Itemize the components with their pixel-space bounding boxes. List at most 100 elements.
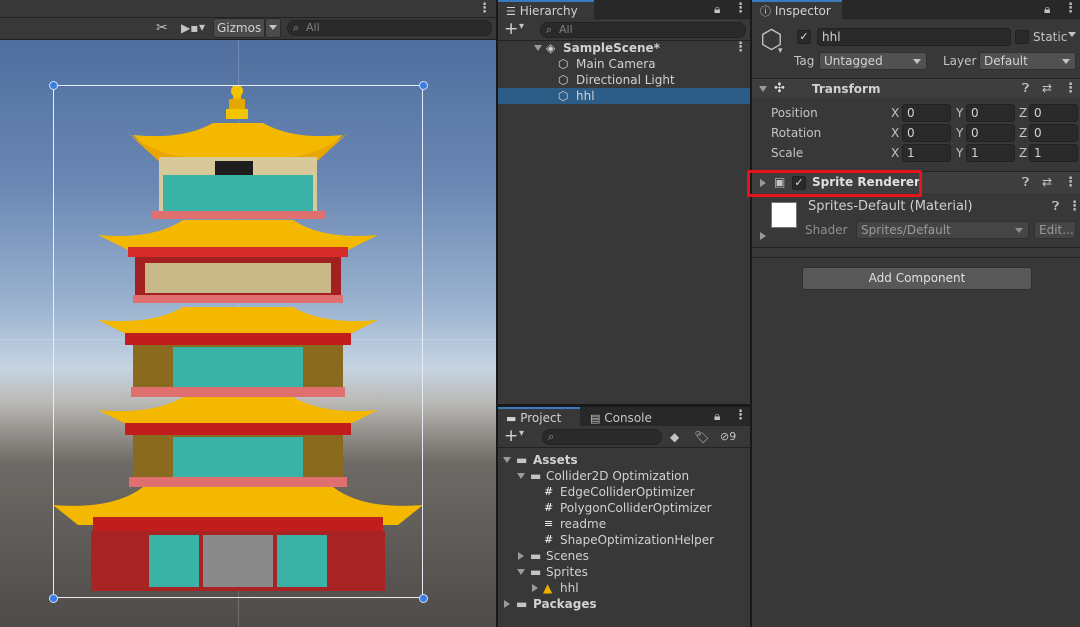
project-file-shapehelper[interactable]: # ShapeOptimizationHelper xyxy=(498,532,750,548)
active-checkbox[interactable]: ✓ xyxy=(797,30,811,44)
hierarchy-list-icon: ☰ xyxy=(506,5,516,18)
x-axis-label: X xyxy=(891,146,900,160)
project-toolbar: + ▾ ⌕ ◆ 🏷︎ ⊘9 xyxy=(498,426,750,448)
expand-arrow-icon[interactable] xyxy=(504,600,510,608)
x-axis-label: X xyxy=(891,106,900,120)
project-file-polygoncollider[interactable]: # PolygonColliderOptimizer xyxy=(498,500,750,516)
scene-toolbar: ✂ ▶▪ ▾ Gizmos ⌕ All xyxy=(0,18,496,40)
static-checkbox[interactable] xyxy=(1015,30,1029,44)
collapse-arrow-icon[interactable] xyxy=(517,569,525,575)
layer-dropdown[interactable]: Default xyxy=(979,52,1076,70)
rotation-z-field[interactable]: 0 xyxy=(1029,124,1078,142)
expand-arrow-icon[interactable] xyxy=(760,232,766,240)
scene-view[interactable]: ⋮ ✂ ▶▪ ▾ Gizmos ⌕ All xyxy=(0,0,496,627)
project-file-readme[interactable]: ≡ readme xyxy=(498,516,750,532)
camera-dropdown-icon[interactable]: ▾ xyxy=(199,20,205,34)
static-label: Static xyxy=(1033,30,1068,44)
position-x-field[interactable]: 0 xyxy=(902,104,951,122)
scale-y-field[interactable]: 1 xyxy=(966,144,1015,162)
rect-handle-bottom-right[interactable] xyxy=(419,594,428,603)
rotation-y-field[interactable]: 0 xyxy=(966,124,1015,142)
collapse-arrow-icon[interactable] xyxy=(517,473,525,479)
camera-icon[interactable]: ▶▪ xyxy=(181,21,198,35)
scale-x-field[interactable]: 1 xyxy=(902,144,951,162)
hierarchy-more-icon[interactable]: ⋮ xyxy=(734,2,747,16)
scale-label: Scale xyxy=(771,146,804,160)
hierarchy-toolbar: + ▾ ⌕ All xyxy=(498,19,750,41)
filter-by-label-icon[interactable]: 🏷︎ xyxy=(694,430,709,444)
collapse-arrow-icon[interactable] xyxy=(534,45,542,51)
rect-handle-top-right[interactable] xyxy=(419,81,428,90)
project-sprite-hhl[interactable]: ▲ hhl xyxy=(498,580,750,596)
position-y-field[interactable]: 0 xyxy=(966,104,1015,122)
object-name-field[interactable]: hhl xyxy=(817,28,1011,46)
scene-search-input[interactable]: ⌕ All xyxy=(287,20,492,36)
project-folder-assets[interactable]: ▬ Assets xyxy=(498,452,750,468)
hierarchy-search-input[interactable]: ⌕ All xyxy=(540,22,746,38)
rotation-x-field[interactable]: 0 xyxy=(902,124,951,142)
lock-icon[interactable]: 🔒︎ xyxy=(714,2,720,16)
lock-icon[interactable]: 🔒︎ xyxy=(714,409,720,423)
add-icon[interactable]: + xyxy=(504,427,518,445)
folder-icon: ▬ xyxy=(516,453,528,467)
tools-icon[interactable]: ✂ xyxy=(156,21,168,35)
sprite-renderer-more-icon[interactable]: ⋮ xyxy=(1064,176,1077,190)
hierarchy-item-main-camera[interactable]: ⬡ Main Camera xyxy=(498,56,750,72)
hierarchy-item-directional-light[interactable]: ⬡ Directional Light xyxy=(498,72,750,88)
position-z-field[interactable]: 0 xyxy=(1029,104,1078,122)
project-folder-packages[interactable]: ▬ Packages xyxy=(498,596,750,612)
help-icon[interactable]: ❓︎ xyxy=(1022,175,1029,190)
add-component-button[interactable]: Add Component xyxy=(802,267,1032,290)
project-search-input[interactable]: ⌕ xyxy=(542,429,662,445)
csharp-script-icon: # xyxy=(544,533,554,546)
shader-edit-button[interactable]: Edit... xyxy=(1034,221,1076,239)
hierarchy-item-hhl[interactable]: ⬡ hhl xyxy=(498,88,750,104)
add-dropdown-icon[interactable]: ▾ xyxy=(519,428,524,439)
rect-handle-top-left[interactable] xyxy=(49,81,58,90)
rect-tool-outline xyxy=(53,85,423,598)
z-axis-label: Z xyxy=(1019,126,1028,140)
tag-dropdown[interactable]: Untagged xyxy=(819,52,927,70)
collapse-arrow-icon[interactable] xyxy=(759,86,767,92)
gizmos-dropdown[interactable] xyxy=(265,18,281,38)
shader-dropdown[interactable]: Sprites/Default xyxy=(856,221,1029,239)
project-file-edgecollider[interactable]: # EdgeColliderOptimizer xyxy=(498,484,750,500)
filter-by-type-icon[interactable]: ◆ xyxy=(670,430,679,444)
tab-inspector[interactable]: ⓘ Inspector xyxy=(752,0,842,19)
preset-icon[interactable]: ⇄ xyxy=(1042,175,1052,189)
gizmos-button[interactable]: Gizmos xyxy=(213,18,265,38)
add-icon[interactable]: + xyxy=(504,20,518,38)
material-preview[interactable] xyxy=(771,202,797,228)
tab-project[interactable]: ▬ Project xyxy=(498,407,580,426)
static-dropdown-icon[interactable] xyxy=(1068,32,1076,37)
scene-more-icon[interactable]: ⋮ xyxy=(734,41,747,55)
help-icon[interactable]: ❓︎ xyxy=(1052,199,1059,214)
project-folder-collider2d[interactable]: ▬ Collider2D Optimization xyxy=(498,468,750,484)
transform-header[interactable]: ✣ Transform ❓︎ ⇄ ⋮ xyxy=(752,78,1080,98)
material-more-icon[interactable]: ⋮ xyxy=(1068,200,1080,214)
inspector-more-icon[interactable]: ⋮ xyxy=(1064,2,1077,16)
lock-icon[interactable]: 🔒︎ xyxy=(1044,2,1050,16)
project-folder-sprites[interactable]: ▬ Sprites xyxy=(498,564,750,580)
tab-hierarchy[interactable]: ☰ Hierarchy xyxy=(498,0,594,19)
scene-more-icon[interactable]: ⋮ xyxy=(478,2,491,16)
transform-more-icon[interactable]: ⋮ xyxy=(1064,82,1077,96)
y-axis-label: Y xyxy=(956,106,964,120)
expand-arrow-icon[interactable] xyxy=(532,584,538,592)
hidden-packages-icon[interactable]: ⊘9 xyxy=(720,430,736,444)
expand-arrow-icon[interactable] xyxy=(518,552,524,560)
add-dropdown-icon[interactable]: ▾ xyxy=(519,21,524,32)
project-more-icon[interactable]: ⋮ xyxy=(734,409,747,423)
collapse-arrow-icon[interactable] xyxy=(503,457,511,463)
preset-icon[interactable]: ⇄ xyxy=(1042,81,1052,95)
sprite-thumbnail-icon: ▲ xyxy=(543,581,553,595)
scale-z-field[interactable]: 1 xyxy=(1029,144,1078,162)
search-icon: ⌕ xyxy=(548,430,555,443)
rect-handle-bottom-left[interactable] xyxy=(49,594,58,603)
help-icon[interactable]: ❓︎ xyxy=(1022,81,1029,96)
tab-console[interactable]: ▤ Console xyxy=(582,407,662,426)
hierarchy-item-scene[interactable]: ◈ SampleScene* ⋮ xyxy=(498,40,750,56)
project-folder-scenes[interactable]: ▬ Scenes xyxy=(498,548,750,564)
gameobject-cube-icon: ⬡ xyxy=(558,89,569,103)
icon-dropdown-icon[interactable]: ▾ xyxy=(778,46,783,56)
